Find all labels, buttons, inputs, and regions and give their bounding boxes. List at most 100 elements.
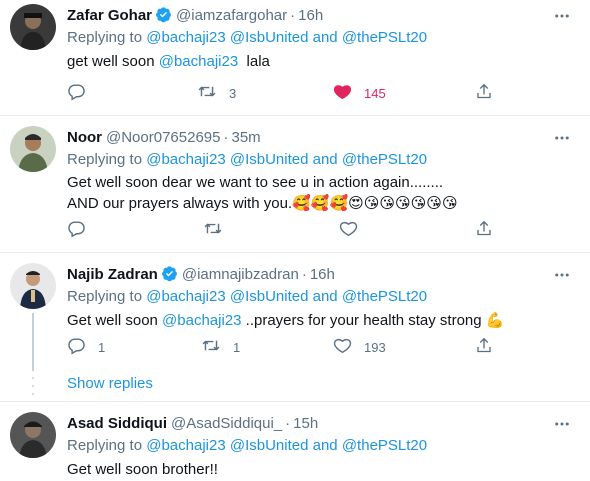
more-icon[interactable] <box>550 6 574 26</box>
tweet-noor[interactable]: Noor @Noor07652695 · 35m Replying to @bacha… <box>0 116 590 253</box>
retweet-count: 3 <box>229 85 237 101</box>
retweet-button[interactable]: 3 <box>197 82 236 104</box>
reply-icon <box>67 82 86 104</box>
replying-prefix: Replying to <box>67 151 147 168</box>
author-handle[interactable]: @iamzafargohar <box>176 7 287 24</box>
tweet-text: Get well soon @bachaji23 ..prayers for y… <box>67 310 576 331</box>
more-icon[interactable] <box>550 128 574 148</box>
share-button[interactable] <box>475 336 493 358</box>
timestamp[interactable]: 16h <box>310 266 335 283</box>
mention-link[interactable]: @thePSLt20 <box>342 437 427 454</box>
more-icon[interactable] <box>550 265 574 285</box>
emoji: 💪 <box>485 312 505 329</box>
mention-link[interactable]: and <box>313 288 338 305</box>
mention-link[interactable]: @bachaji23 <box>146 29 225 46</box>
mention-link[interactable]: and <box>313 437 338 454</box>
mention-link[interactable]: @bachaji23 <box>146 288 225 305</box>
mention-link[interactable]: @thePSLt20 <box>342 151 427 168</box>
tweet-najib[interactable]: Najib Zadran @iamnajibzadran · 16h Replying… <box>0 253 590 401</box>
author-handle[interactable]: @iamnajibzadran <box>182 266 299 283</box>
verified-badge-icon <box>161 265 178 288</box>
like-button[interactable]: 193 <box>333 336 386 358</box>
reply-button[interactable] <box>67 219 86 241</box>
mention-link[interactable]: @IsbUnited <box>230 29 309 46</box>
more-icon[interactable] <box>550 414 574 434</box>
mention-link[interactable]: and <box>313 151 338 168</box>
tweet-text: get well soon @bachaji23 lala <box>67 51 576 72</box>
replying-to: Replying to @bachaji23 @IsbUnited and @t… <box>67 436 576 456</box>
replying-to: Replying to @bachaji23 @IsbUnited and @t… <box>67 150 576 170</box>
reply-count: 1 <box>98 339 106 355</box>
avatar[interactable] <box>10 263 56 309</box>
thread-dots <box>32 377 34 401</box>
reply-button[interactable]: 1 <box>67 336 105 358</box>
author-name[interactable]: Noor <box>67 129 102 146</box>
author-name[interactable]: Zafar Gohar <box>67 7 152 24</box>
separator-dot: · <box>301 266 307 283</box>
retweet-icon <box>197 82 217 104</box>
mention-link[interactable]: @bachaji23 <box>162 312 241 329</box>
mention-link[interactable]: and <box>313 29 338 46</box>
share-button[interactable] <box>475 219 493 241</box>
retweet-icon <box>203 219 223 241</box>
author-handle[interactable]: @Noor07652695 <box>106 129 220 146</box>
reply-button[interactable] <box>67 82 86 104</box>
retweet-count: 1 <box>233 339 241 355</box>
tweet-text-part: get well soon <box>67 53 159 70</box>
share-icon <box>475 82 493 104</box>
like-button[interactable] <box>339 219 358 241</box>
replying-prefix: Replying to <box>67 288 147 305</box>
tweet-asad[interactable]: Asad Siddiqui @AsadSiddiqui_ · 15h Replying… <box>0 402 590 481</box>
tweet-text-part: AND our prayers always with you. <box>67 195 293 212</box>
retweet-button[interactable] <box>203 219 223 241</box>
mention-link[interactable]: @IsbUnited <box>230 437 309 454</box>
author-name[interactable]: Asad Siddiqui <box>67 415 167 432</box>
verified-badge-icon <box>155 6 172 29</box>
like-icon <box>333 336 352 358</box>
author-name[interactable]: Najib Zadran <box>67 266 158 283</box>
mention-link[interactable]: @IsbUnited <box>230 151 309 168</box>
like-count: 145 <box>364 85 386 101</box>
like-icon <box>339 219 358 241</box>
tweet-zafar[interactable]: Zafar Gohar @iamzafargohar · 16h Replying t… <box>0 0 590 116</box>
avatar[interactable] <box>10 4 56 50</box>
timestamp[interactable]: 35m <box>231 129 260 146</box>
separator-dot: · <box>290 7 296 24</box>
mention-link[interactable]: @IsbUnited <box>230 288 309 305</box>
retweet-button[interactable]: 1 <box>201 336 240 358</box>
author-handle[interactable]: @AsadSiddiqui_ <box>171 415 282 432</box>
share-icon <box>475 336 493 358</box>
show-replies-link[interactable]: Show replies <box>67 374 153 394</box>
emoji-sequence: 🥰🥰🥰😍😘😘😘😘😘😘 <box>292 195 458 212</box>
thread-line <box>32 313 34 371</box>
timestamp[interactable]: 16h <box>298 7 323 24</box>
mention-link[interactable]: @bachaji23 <box>146 437 225 454</box>
replying-prefix: Replying to <box>67 437 147 454</box>
reply-icon <box>67 336 86 358</box>
tweet-text-part: Get well soon <box>67 312 163 329</box>
tweet-text: Get well soon brother!! <box>67 461 218 478</box>
replying-to: Replying to @bachaji23 @IsbUnited and @t… <box>67 28 576 48</box>
like-button[interactable]: 145 <box>333 82 386 104</box>
tweet-text-part: ..prayers for your health stay strong <box>241 312 486 329</box>
separator-dot: · <box>285 415 291 432</box>
retweet-icon <box>201 336 221 358</box>
timestamp[interactable]: 15h <box>293 415 318 432</box>
mention-link[interactable]: @bachaji23 <box>159 53 238 70</box>
tweet-text-line: Get well soon dear we want to see u in a… <box>67 174 444 191</box>
mention-link[interactable]: @thePSLt20 <box>342 288 427 305</box>
tweet-text: Get well soon dear we want to see u in a… <box>67 172 576 214</box>
share-button[interactable] <box>475 82 493 104</box>
tweet-text-line: AND our prayers always with you.🥰🥰🥰😍😘😘😘😘… <box>67 193 576 214</box>
like-icon <box>333 82 352 104</box>
avatar[interactable] <box>10 126 56 172</box>
mention-link[interactable]: @thePSLt20 <box>342 29 427 46</box>
separator-dot: · <box>223 129 229 146</box>
share-icon <box>475 219 493 241</box>
like-count: 193 <box>364 339 386 355</box>
replying-prefix: Replying to <box>67 29 147 46</box>
reply-icon <box>67 219 86 241</box>
avatar[interactable] <box>10 412 56 458</box>
mention-link[interactable]: @bachaji23 <box>146 151 225 168</box>
tweet-text-part: lala <box>238 53 270 70</box>
